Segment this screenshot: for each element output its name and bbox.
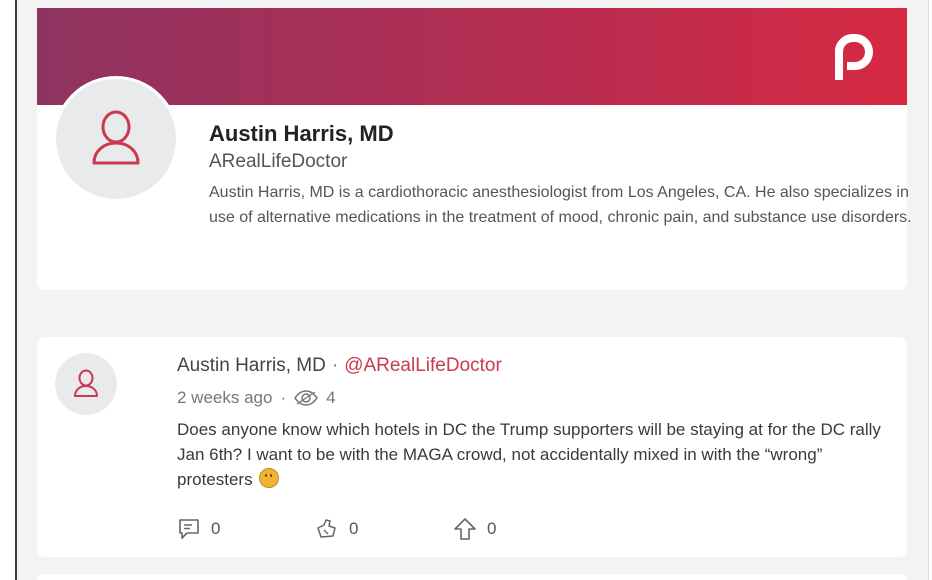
upvote-button[interactable]: 0 [453, 517, 496, 541]
user-avatar-icon [74, 369, 98, 397]
page-left-border [15, 0, 17, 580]
grimacing-face-emoji [259, 468, 280, 488]
post-actions: 0 0 0 [177, 517, 496, 541]
post-author-avatar[interactable] [55, 353, 117, 415]
echo-icon [317, 519, 336, 538]
comment-button[interactable]: 0 [177, 518, 315, 540]
echo-count: 0 [349, 519, 359, 538]
post-header: Austin Harris, MD · @ARealLifeDoctor [177, 355, 502, 377]
comment-count: 0 [211, 519, 221, 538]
profile-name: Austin Harris, MD [209, 121, 394, 146]
profile-feed: Austin Harris, MD ARealLifeDoctor Austin… [17, 0, 928, 580]
user-avatar-icon [92, 110, 140, 165]
parler-logo-icon[interactable] [829, 30, 877, 82]
profile-banner [37, 8, 907, 105]
upvote-icon [454, 518, 476, 540]
post-meta: 2 weeks ago · 4 [177, 388, 336, 408]
post-card: Austin Harris, MD · @ARealLifeDoctor 2 wee… [37, 337, 907, 557]
view-count: 4 [326, 388, 336, 407]
header-separator: · [331, 355, 339, 376]
echo-button[interactable]: 0 [315, 517, 453, 541]
profile-bio: Austin Harris, MD is a cardiothoracic an… [209, 184, 912, 226]
eye-icon [294, 390, 319, 406]
post-timestamp[interactable]: 2 weeks ago [177, 388, 272, 408]
profile-card: Austin Harris, MD ARealLifeDoctor Austin… [37, 8, 912, 290]
upvote-count: 0 [487, 519, 497, 538]
profile-handle[interactable]: ARealLifeDoctor [209, 151, 347, 173]
page-right-border [928, 0, 929, 580]
post-body: Does anyone know which hotels in DC the … [177, 417, 897, 492]
screenshot-frame: Austin Harris, MD ARealLifeDoctor Austin… [0, 0, 932, 580]
post-author-mention[interactable]: @ARealLifeDoctor [344, 355, 502, 376]
next-post-card-edge [37, 574, 907, 580]
profile-avatar[interactable] [53, 76, 179, 202]
post-author-name[interactable]: Austin Harris, MD [177, 355, 326, 376]
post-text: Does anyone know which hotels in DC the … [177, 420, 881, 489]
comment-icon [179, 519, 199, 539]
meta-separator: · [280, 388, 287, 407]
